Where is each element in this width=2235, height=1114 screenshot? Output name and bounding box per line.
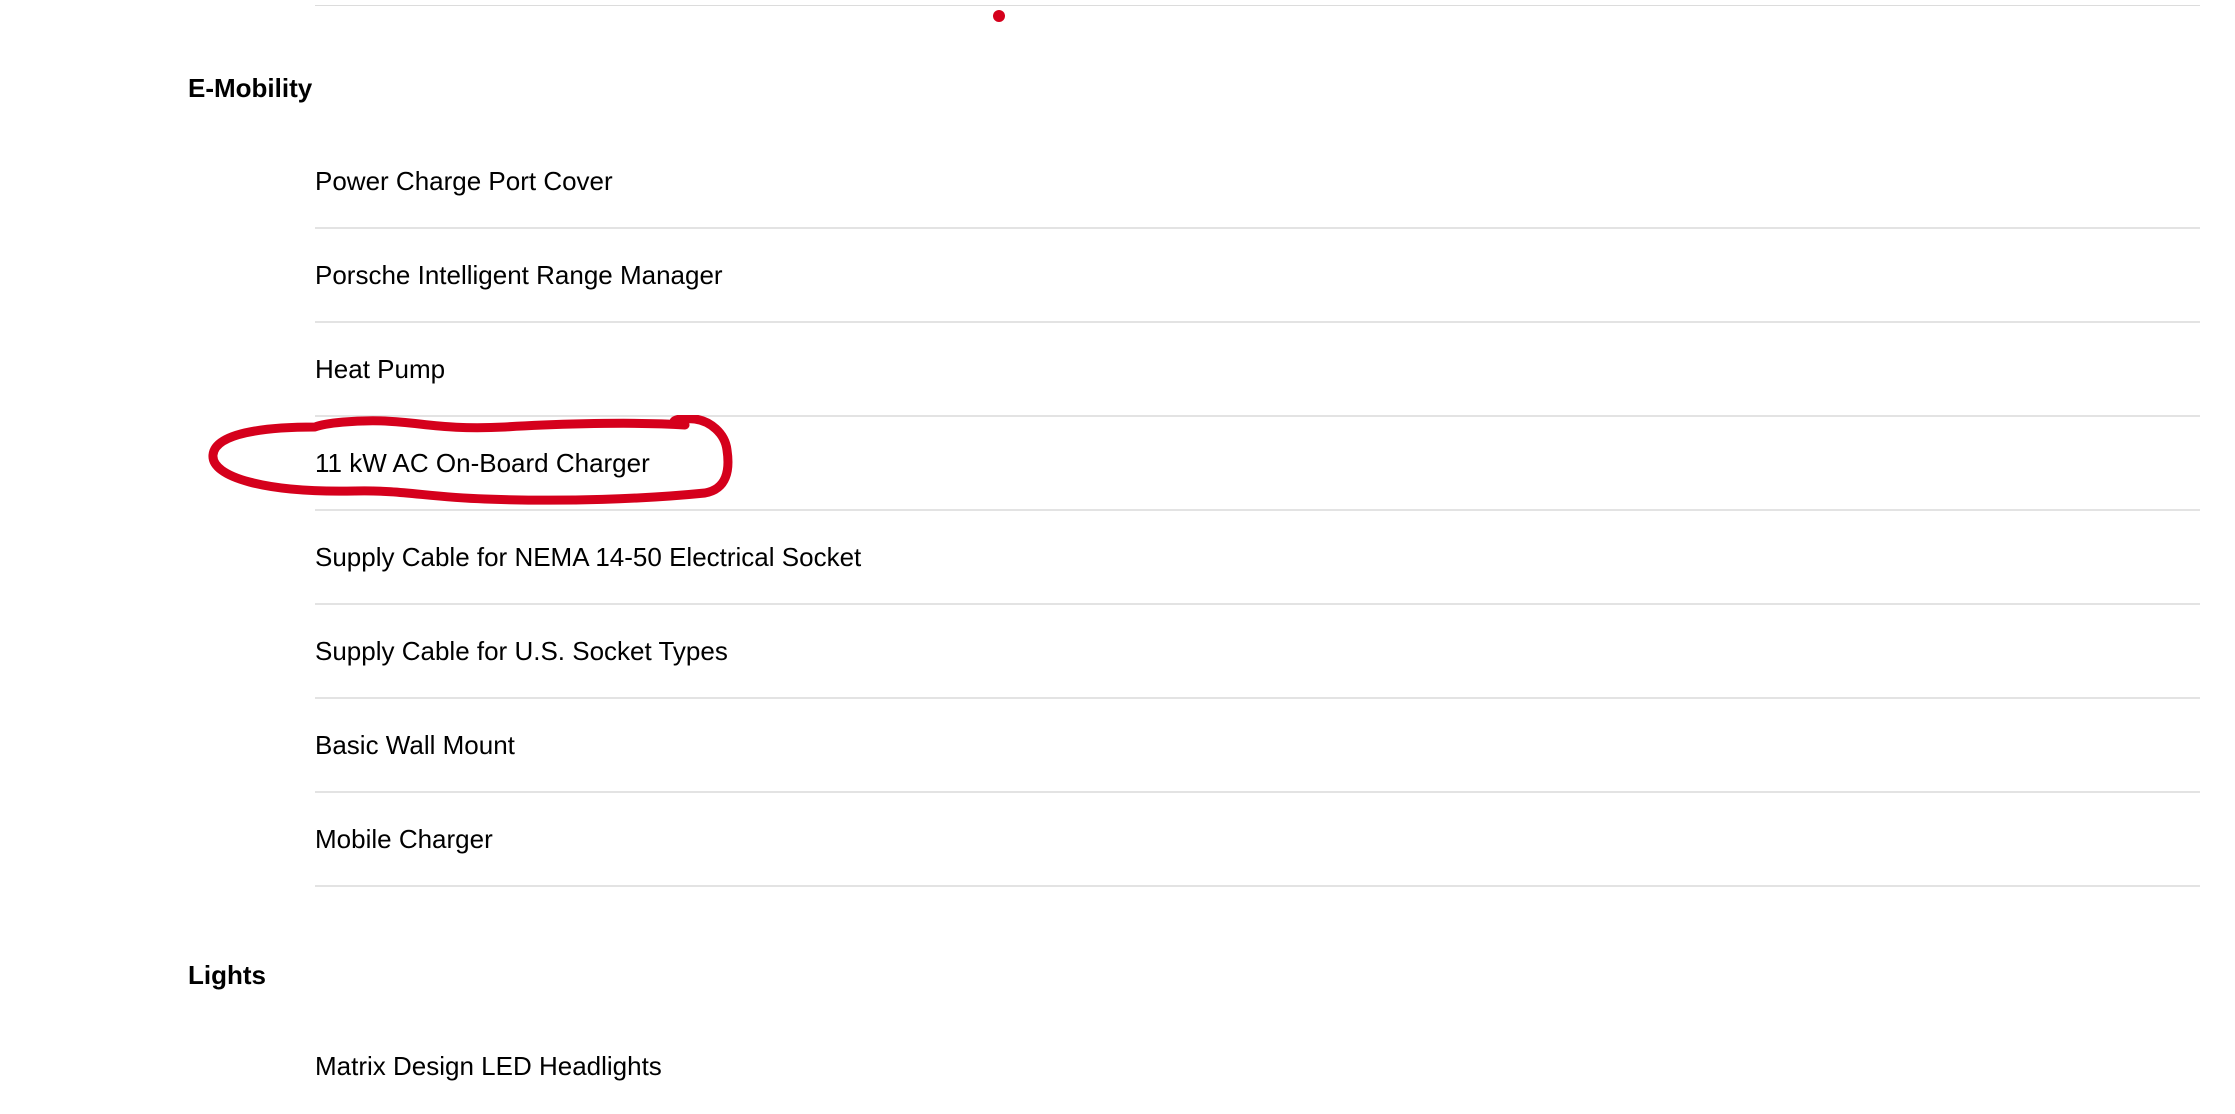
- list-item-power-charge-port-cover[interactable]: Power Charge Port Cover: [315, 135, 2200, 229]
- list-item-label: Heat Pump: [315, 354, 446, 384]
- e-mobility-list: Power Charge Port Cover Porsche Intellig…: [315, 135, 2200, 887]
- list-item-supply-cable-us-socket-types[interactable]: Supply Cable for U.S. Socket Types: [315, 605, 2200, 699]
- list-item-mobile-charger[interactable]: Mobile Charger: [315, 793, 2200, 887]
- list-item-label: 11 kW AC On-Board Charger: [315, 448, 650, 478]
- list-item-label: Matrix Design LED Headlights: [315, 1051, 662, 1081]
- list-item-label: Basic Wall Mount: [315, 730, 515, 760]
- list-item-basic-wall-mount[interactable]: Basic Wall Mount: [315, 699, 2200, 793]
- section-title-e-mobility: E-Mobility: [188, 73, 313, 103]
- list-item-label: Supply Cable for U.S. Socket Types: [315, 636, 728, 666]
- list-item-supply-cable-nema-14-50[interactable]: Supply Cable for NEMA 14-50 Electrical S…: [315, 511, 2200, 605]
- list-item-porsche-intelligent-range-manager[interactable]: Porsche Intelligent Range Manager: [315, 229, 2200, 323]
- section-title-lights: Lights: [188, 960, 266, 990]
- list-item-matrix-design-led-headlights[interactable]: Matrix Design LED Headlights: [315, 1020, 2200, 1114]
- list-item-label: Power Charge Port Cover: [315, 166, 613, 196]
- indicator-dot: [993, 10, 1005, 22]
- top-divider: [315, 5, 2200, 6]
- list-item-11kw-ac-on-board-charger[interactable]: 11 kW AC On-Board Charger: [315, 417, 2200, 511]
- list-item-label: Supply Cable for NEMA 14-50 Electrical S…: [315, 542, 862, 572]
- list-item-label: Porsche Intelligent Range Manager: [315, 260, 723, 290]
- list-item-label: Mobile Charger: [315, 824, 493, 854]
- lights-list: Matrix Design LED Headlights: [315, 1020, 2200, 1114]
- list-item-heat-pump[interactable]: Heat Pump: [315, 323, 2200, 417]
